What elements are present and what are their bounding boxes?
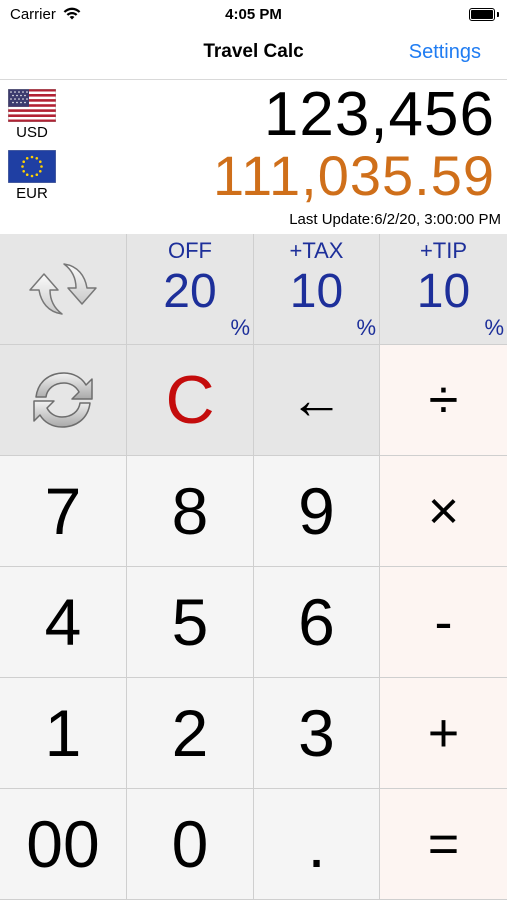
tax-percent-button[interactable]: +TAX 10 %	[254, 234, 380, 345]
digit-label: 3	[298, 696, 335, 770]
keypad: OFF 20 % +TAX 10 % +TIP 10 % C ← ÷ 7 8 9…	[0, 234, 507, 900]
swap-currencies-button[interactable]	[0, 234, 127, 345]
refresh-rates-button[interactable]	[0, 345, 127, 456]
discount-label: OFF	[168, 238, 212, 263]
digit-2-button[interactable]: 2	[127, 678, 254, 789]
digit-4-button[interactable]: 4	[0, 567, 127, 678]
digit-label: 2	[171, 696, 209, 770]
tip-label: +TIP	[419, 238, 468, 263]
digit-3-button[interactable]: 3	[254, 678, 380, 789]
digit-6-button[interactable]: 6	[254, 567, 380, 678]
digit-label: 5	[171, 585, 209, 659]
backspace-button[interactable]: ←	[254, 345, 380, 456]
digit-label: 8	[171, 474, 209, 548]
settings-button[interactable]: Settings	[409, 41, 481, 64]
multiply-button[interactable]: ×	[380, 456, 507, 567]
percent-sign: %	[356, 315, 376, 340]
digit-7-button[interactable]: 7	[0, 456, 127, 567]
digit-label: 1	[44, 696, 82, 770]
target-currency-selector[interactable]: EUR	[7, 150, 57, 202]
tip-value: 10	[416, 265, 471, 318]
double-zero-button[interactable]: 00	[0, 789, 127, 900]
digit-0-button[interactable]: 0	[127, 789, 254, 900]
equals-label: =	[427, 814, 460, 874]
eu-flag-icon	[8, 150, 56, 183]
digit-label: 4	[44, 585, 82, 659]
clock: 4:05 PM	[225, 6, 282, 23]
base-currency-selector[interactable]: USD	[7, 89, 57, 141]
clear-button[interactable]: C	[127, 345, 254, 456]
equals-button[interactable]: =	[380, 789, 507, 900]
last-update-label: Last Update:6/2/20, 3:00:00 PM	[289, 211, 501, 228]
digit-9-button[interactable]: 9	[254, 456, 380, 567]
status-bar: Carrier 4:05 PM	[0, 0, 507, 30]
tip-percent-button[interactable]: +TIP 10 %	[380, 234, 507, 345]
clear-label: C	[165, 362, 215, 438]
decimal-point-button[interactable]: .	[254, 789, 380, 900]
tax-value: 10	[289, 265, 344, 318]
battery-icon	[469, 8, 495, 21]
divide-label: ÷	[428, 370, 459, 430]
target-currency-code: EUR	[16, 185, 48, 202]
digit-5-button[interactable]: 5	[127, 567, 254, 678]
converted-value: 111,035.59	[213, 144, 495, 207]
input-value: 123,456	[263, 80, 495, 149]
percent-sign: %	[484, 315, 504, 340]
battery-tip	[496, 12, 499, 17]
base-currency-code: USD	[16, 124, 48, 141]
digit-label: 9	[298, 474, 335, 548]
multiply-label: ×	[427, 481, 460, 541]
add-button[interactable]: +	[380, 678, 507, 789]
digit-label: 6	[298, 585, 335, 659]
refresh-rates-icon	[33, 372, 93, 428]
digit-8-button[interactable]: 8	[127, 456, 254, 567]
us-flag-icon	[8, 89, 56, 122]
decimal-label: .	[307, 807, 326, 881]
digit-label: 00	[26, 807, 100, 881]
add-label: +	[427, 703, 460, 763]
percent-sign: %	[230, 315, 250, 340]
divide-button[interactable]: ÷	[380, 345, 507, 456]
calculator-display: USD EUR 123,456 111,035.59 Last Update:6…	[0, 81, 507, 234]
digit-label: 0	[171, 807, 209, 881]
digit-1-button[interactable]: 1	[0, 678, 127, 789]
backspace-arrow-icon: ←	[289, 370, 344, 430]
discount-percent-button[interactable]: OFF 20 %	[127, 234, 254, 345]
subtract-button[interactable]: -	[380, 567, 507, 678]
navigation-bar: Travel Calc Settings	[0, 30, 507, 80]
digit-label: 7	[44, 474, 82, 548]
swap-arrows-icon	[29, 263, 97, 315]
subtract-label: -	[434, 592, 453, 652]
discount-value: 20	[163, 265, 217, 318]
tax-label: +TAX	[289, 238, 344, 263]
